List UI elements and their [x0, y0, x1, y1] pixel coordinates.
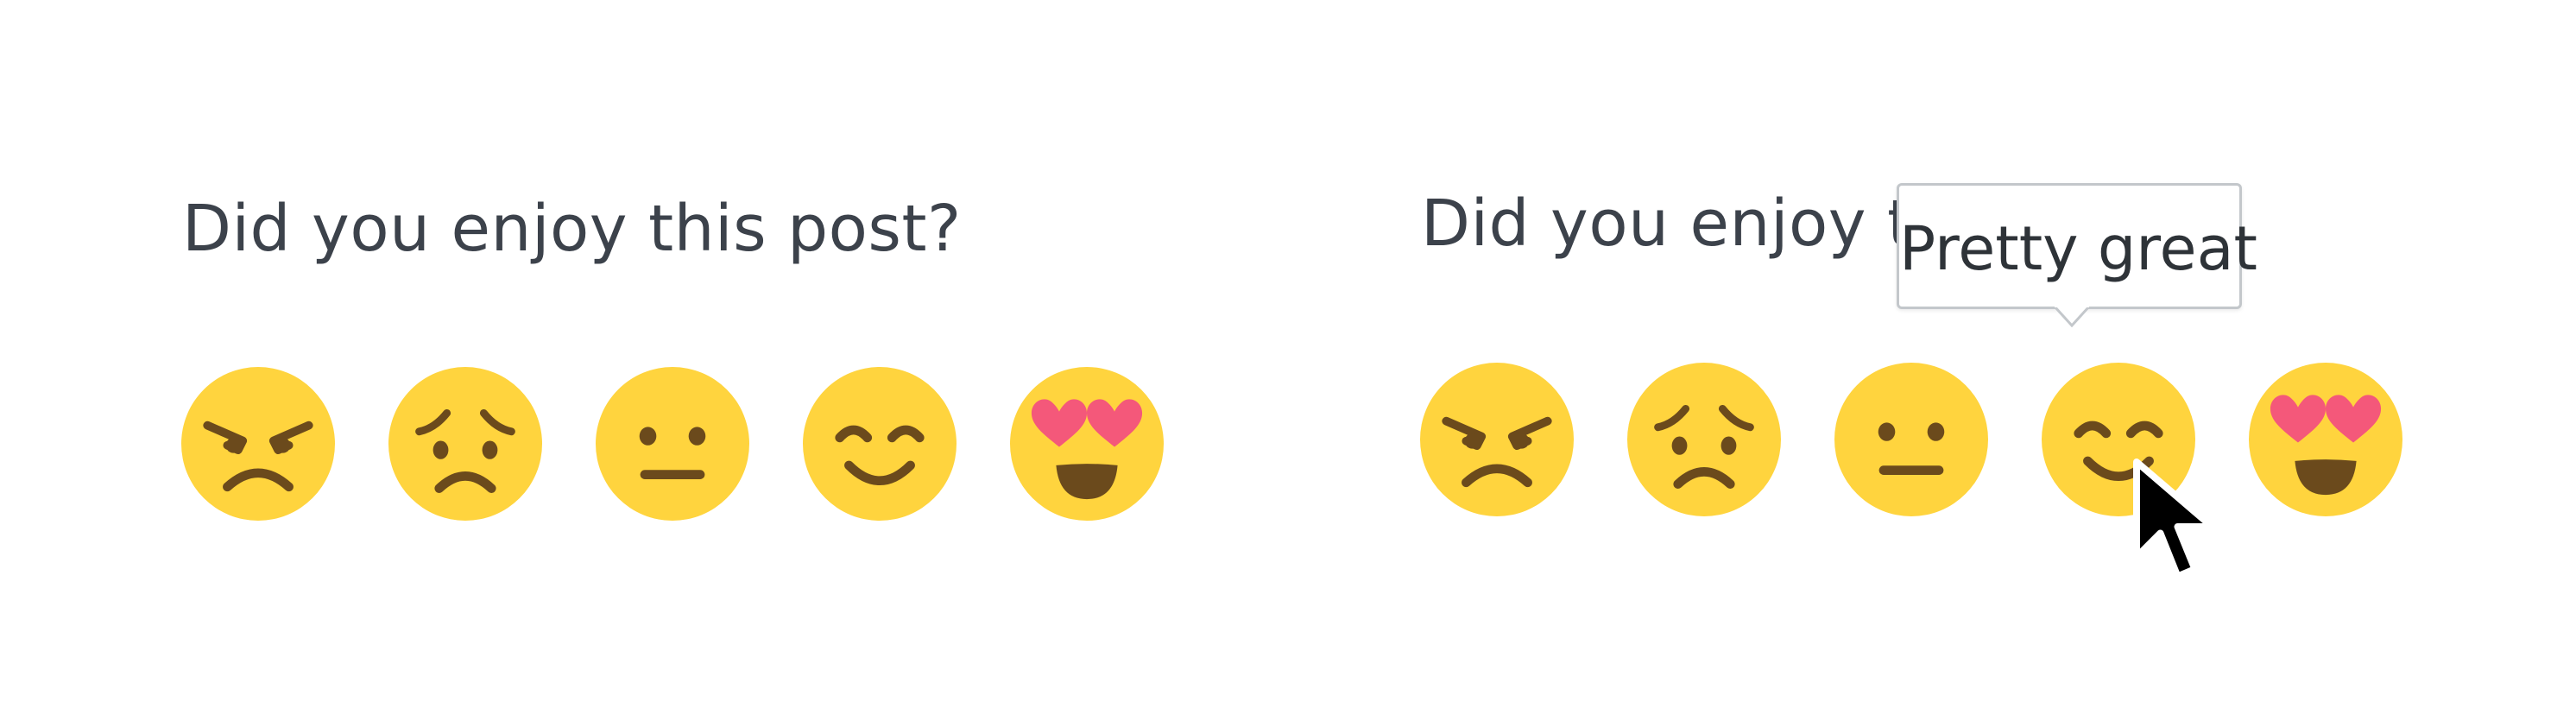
heart-eyes-face-icon	[2249, 363, 2402, 516]
worried-face-icon	[388, 367, 542, 521]
rating-smiling-button[interactable]	[2042, 363, 2195, 516]
worried-face-icon	[1627, 363, 1781, 516]
rating-neutral-button[interactable]	[1834, 363, 1988, 516]
rating-worried-button[interactable]	[388, 367, 542, 521]
rating-neutral-button[interactable]	[596, 367, 749, 521]
smiling-face-icon	[803, 367, 957, 521]
rating-angry-button[interactable]	[181, 367, 335, 521]
rating-tooltip: Pretty great	[1897, 183, 2257, 327]
rating-worried-button[interactable]	[1627, 363, 1781, 516]
heart-eyes-face-icon	[1010, 367, 1164, 521]
rating-question: Did you enjoy this post?	[182, 192, 962, 266]
rating-widget-hover: Did you enjoy this post? Pretty great	[1288, 0, 2576, 702]
angry-face-icon	[1420, 363, 1574, 516]
tooltip-arrow-icon	[2055, 307, 2089, 327]
rating-love-button[interactable]	[2249, 363, 2402, 516]
rating-love-button[interactable]	[1010, 367, 1164, 521]
neutral-face-icon	[596, 367, 749, 521]
rating-smiling-button[interactable]	[803, 367, 957, 521]
rating-angry-button[interactable]	[1420, 363, 1574, 516]
tooltip-label: Pretty great	[1899, 213, 2257, 284]
neutral-face-icon	[1834, 363, 1988, 516]
smiling-face-icon	[2042, 363, 2195, 516]
rating-widget-default: Did you enjoy this post?	[0, 0, 1288, 702]
angry-face-icon	[181, 367, 335, 521]
